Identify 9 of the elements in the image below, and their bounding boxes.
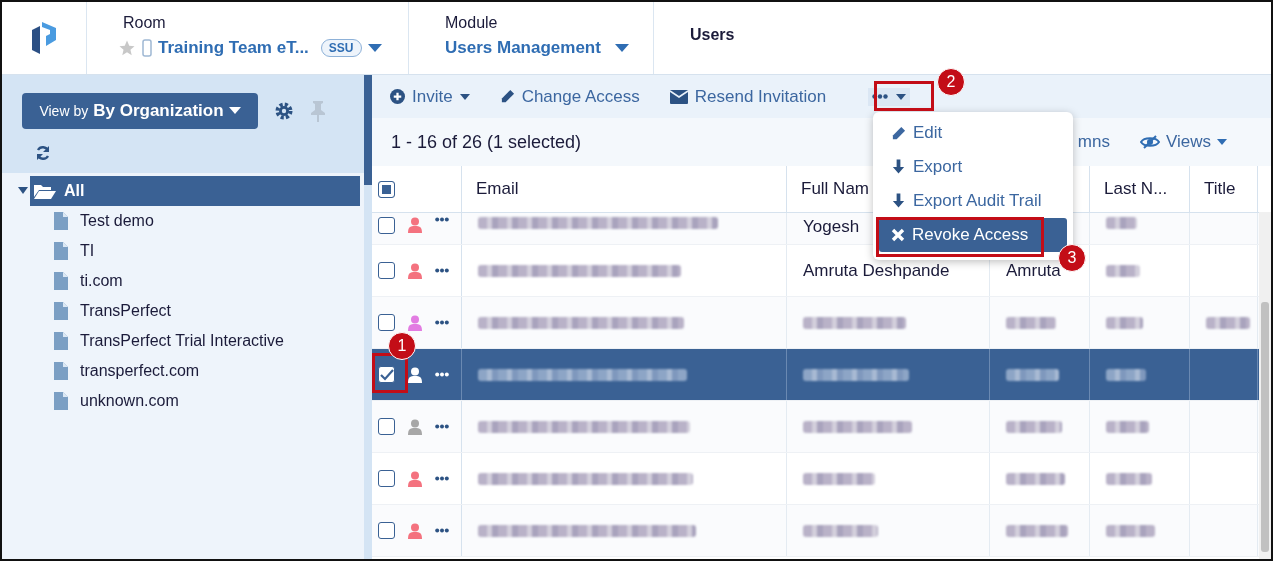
room-label: Room: [123, 14, 167, 32]
results-summary: 1 - 16 of 26 (1 selected): [391, 131, 582, 153]
table-cell: Amruta: [1006, 260, 1061, 281]
table-cell: Yogesh: [803, 217, 860, 237]
page-title: Users: [690, 26, 736, 44]
room-badge: SSU: [320, 39, 362, 57]
table-cell: Amruta Deshpande: [803, 260, 950, 281]
step-badge: 2: [937, 68, 965, 96]
module-label: Module: [445, 14, 499, 32]
